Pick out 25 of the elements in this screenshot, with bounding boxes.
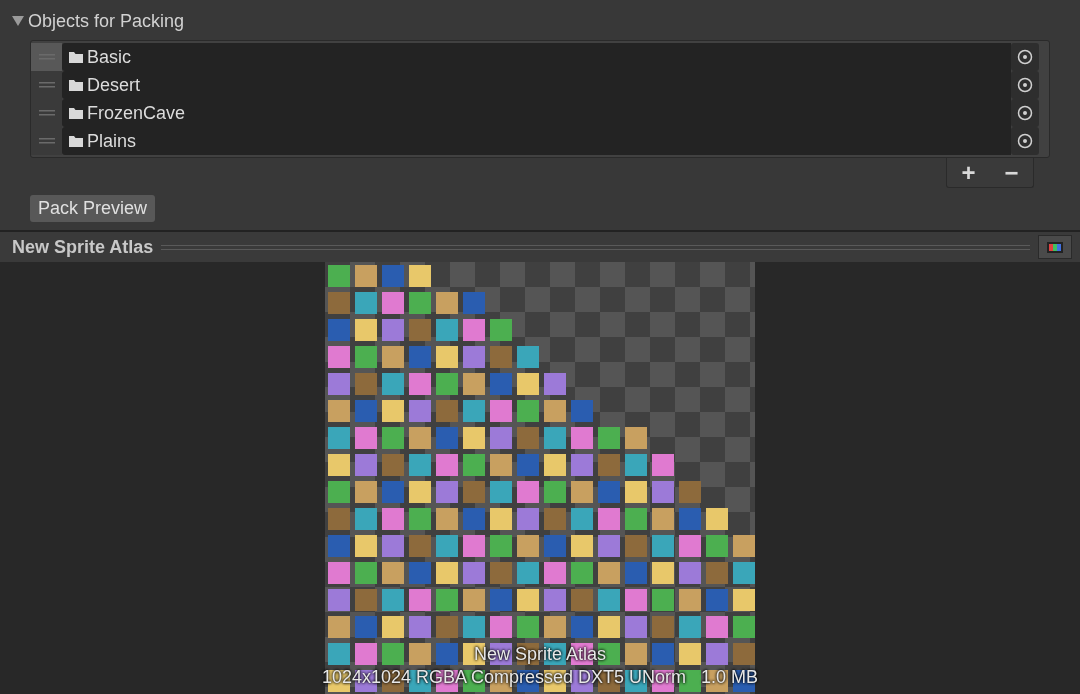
preview-title: New Sprite Atlas bbox=[12, 235, 154, 259]
object-field[interactable]: Basic bbox=[62, 43, 1011, 71]
section-title: Objects for Packing bbox=[28, 9, 185, 33]
drag-handle[interactable] bbox=[31, 43, 62, 71]
object-field[interactable]: Plains bbox=[62, 127, 1011, 155]
target-icon bbox=[1017, 49, 1033, 65]
color-channel-button[interactable] bbox=[1038, 235, 1072, 260]
target-icon bbox=[1017, 105, 1033, 121]
folder-icon bbox=[69, 135, 83, 147]
add-button[interactable]: + bbox=[961, 160, 976, 185]
object-field[interactable]: FrozenCave bbox=[62, 99, 1011, 127]
object-picker-button[interactable] bbox=[1011, 127, 1039, 155]
pack-preview-button[interactable]: Pack Preview bbox=[30, 195, 156, 222]
object-picker-button[interactable] bbox=[1011, 43, 1039, 71]
target-icon bbox=[1017, 77, 1033, 93]
folder-icon bbox=[69, 79, 83, 91]
target-icon bbox=[1017, 133, 1033, 149]
foldout-toggle-icon[interactable] bbox=[12, 15, 24, 27]
object-field[interactable]: Desert bbox=[62, 71, 1011, 99]
remove-button[interactable]: − bbox=[1004, 160, 1019, 185]
folder-icon bbox=[69, 51, 83, 63]
channels-icon bbox=[1047, 241, 1063, 253]
drag-handle[interactable] bbox=[31, 71, 62, 99]
folder-icon bbox=[69, 107, 83, 119]
drag-handle[interactable] bbox=[31, 127, 62, 155]
